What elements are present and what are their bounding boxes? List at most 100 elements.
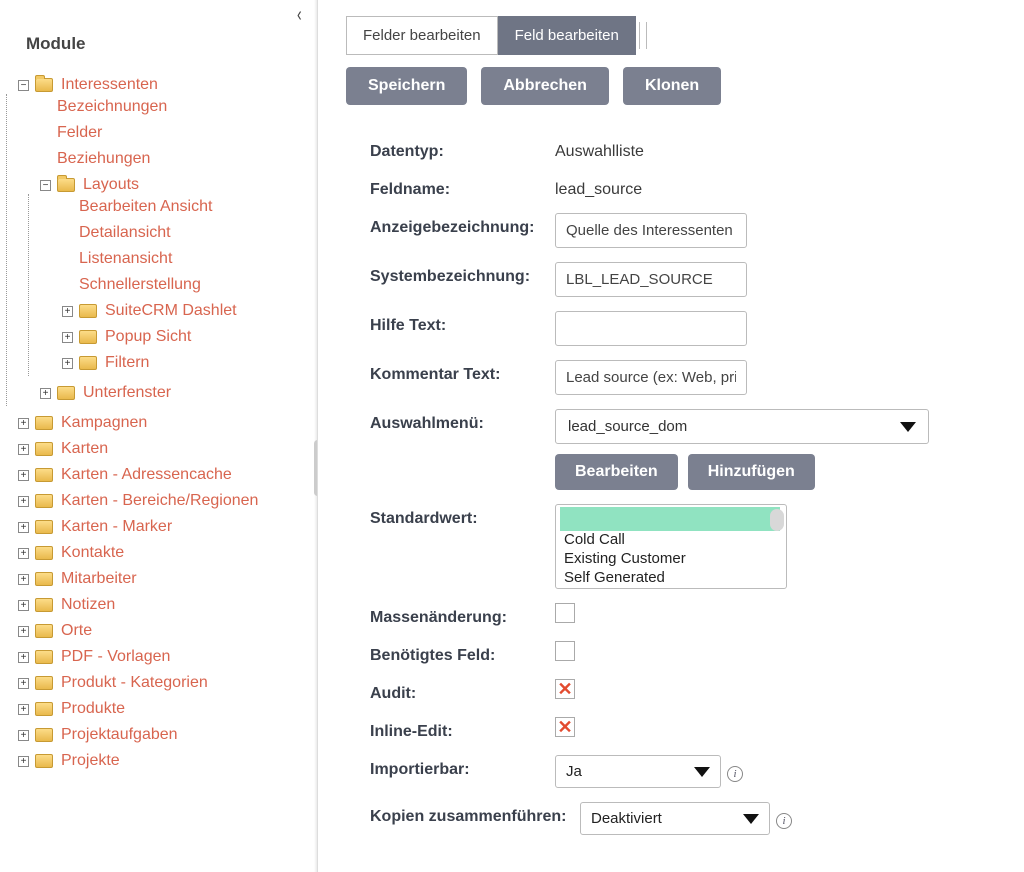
expand-icon[interactable]: +: [62, 306, 73, 317]
folder-icon: [35, 572, 53, 586]
label-hilfe-text: Hilfe Text:: [370, 311, 555, 335]
folder-icon: [35, 416, 53, 430]
tree-item-unterfenster[interactable]: +Unterfenster: [40, 384, 307, 402]
folder-icon: [79, 330, 97, 344]
input-anzeigebezeichnung[interactable]: [555, 213, 747, 248]
expand-icon[interactable]: +: [18, 652, 29, 663]
tree-item-karten-adressencache[interactable]: +Karten - Adressencache: [18, 466, 307, 484]
tree-item-pdf-vorlagen[interactable]: +PDF - Vorlagen: [18, 648, 307, 666]
tree-item-listenansicht[interactable]: Listenansicht: [62, 250, 307, 268]
input-kommentar-text[interactable]: [555, 360, 747, 395]
input-hilfe-text[interactable]: [555, 311, 747, 346]
tree-item-suitecrm-dashlet[interactable]: +SuiteCRM Dashlet: [62, 302, 307, 320]
expand-icon[interactable]: +: [18, 730, 29, 741]
checkbox-benoetigtes-feld[interactable]: [555, 641, 575, 661]
sidebar-header: Module: [24, 8, 307, 72]
expand-icon[interactable]: +: [18, 470, 29, 481]
folder-icon: [35, 546, 53, 560]
expand-icon[interactable]: +: [18, 548, 29, 559]
checkbox-massenaenderung[interactable]: [555, 603, 575, 623]
folder-icon: [35, 650, 53, 664]
list-option[interactable]: Self Generated: [556, 569, 786, 588]
list-option[interactable]: Cold Call: [556, 531, 786, 550]
expand-icon[interactable]: +: [18, 704, 29, 715]
tree-item-mitarbeiter[interactable]: +Mitarbeiter: [18, 570, 307, 588]
cancel-button[interactable]: Abbrechen: [481, 67, 609, 105]
tree-item-popup-sicht[interactable]: +Popup Sicht: [62, 328, 307, 346]
folder-icon: [79, 304, 97, 318]
expand-icon[interactable]: +: [18, 444, 29, 455]
main-panel: Felder bearbeiten Feld bearbeiten Speich…: [318, 0, 1024, 872]
edit-dropdown-button[interactable]: Bearbeiten: [555, 454, 678, 490]
input-systembezeichnung[interactable]: [555, 262, 747, 297]
tree-item-projektaufgaben[interactable]: +Projektaufgaben: [18, 726, 307, 744]
expand-icon[interactable]: +: [18, 626, 29, 637]
select-importierbar[interactable]: Ja: [555, 755, 721, 788]
tree-item-bezeichnungen[interactable]: Bezeichnungen: [40, 98, 307, 116]
divider-shadow: [314, 0, 317, 872]
tree-item-felder[interactable]: Felder: [40, 124, 307, 142]
list-selected-blank[interactable]: [560, 507, 780, 531]
clone-button[interactable]: Klonen: [623, 67, 721, 105]
label-inline-edit: Inline-Edit:: [370, 717, 555, 741]
tree-item-karten-bereiche[interactable]: +Karten - Bereiche/Regionen: [18, 492, 307, 510]
add-dropdown-button[interactable]: Hinzufügen: [688, 454, 815, 490]
collapse-icon[interactable]: −: [18, 80, 29, 91]
folder-icon: [35, 676, 53, 690]
folder-icon: [35, 468, 53, 482]
label-datentyp: Datentyp:: [370, 137, 555, 161]
expand-icon[interactable]: +: [18, 574, 29, 585]
tree-item-detailansicht[interactable]: Detailansicht: [62, 224, 307, 242]
checkbox-audit-disabled[interactable]: ✕: [555, 679, 575, 699]
select-auswahlmenu[interactable]: lead_source_dom: [555, 409, 929, 444]
expand-icon[interactable]: +: [18, 756, 29, 767]
label-auswahlmenu: Auswahlmenü:: [370, 409, 555, 433]
chevron-down-icon: [900, 422, 916, 432]
expand-icon[interactable]: +: [18, 418, 29, 429]
folder-icon: [35, 442, 53, 456]
tree-item-layouts[interactable]: − Layouts: [40, 176, 307, 194]
save-button[interactable]: Speichern: [346, 67, 467, 105]
tree-item-schnellerstellung[interactable]: Schnellerstellung: [62, 276, 307, 294]
tree-item-karten[interactable]: +Karten: [18, 440, 307, 458]
expand-icon[interactable]: +: [62, 332, 73, 343]
action-row: Speichern Abbrechen Klonen: [346, 67, 1006, 105]
expand-icon[interactable]: +: [18, 678, 29, 689]
tree-item-produkte[interactable]: +Produkte: [18, 700, 307, 718]
expand-icon[interactable]: +: [18, 522, 29, 533]
select-kopien[interactable]: Deaktiviert: [580, 802, 770, 835]
tree-item-filtern[interactable]: +Filtern: [62, 354, 307, 372]
select-auswahlmenu-value: lead_source_dom: [568, 418, 687, 435]
tree-item-kampagnen[interactable]: +Kampagnen: [18, 414, 307, 432]
tree-item-produkt-kategorien[interactable]: +Produkt - Kategorien: [18, 674, 307, 692]
chevron-down-icon: [694, 767, 710, 777]
tree-item-kontakte[interactable]: +Kontakte: [18, 544, 307, 562]
folder-icon: [57, 386, 75, 400]
tree-item-notizen[interactable]: +Notizen: [18, 596, 307, 614]
collapse-icon[interactable]: −: [40, 180, 51, 191]
info-icon[interactable]: i: [727, 766, 743, 782]
sidebar: ‹ Module − Interessenten Bezeichnungen F…: [0, 0, 318, 872]
tree-item-orte[interactable]: +Orte: [18, 622, 307, 640]
tree-item-projekte[interactable]: +Projekte: [18, 752, 307, 770]
checkbox-inline-edit-disabled[interactable]: ✕: [555, 717, 575, 737]
label-audit: Audit:: [370, 679, 555, 703]
scrollbar-thumb[interactable]: [770, 509, 784, 531]
list-option[interactable]: Existing Customer: [556, 550, 786, 569]
tree-item-interessenten[interactable]: − Interessenten: [18, 76, 307, 94]
list-standardwert[interactable]: Cold Call Existing Customer Self Generat…: [555, 504, 787, 589]
expand-icon[interactable]: +: [40, 388, 51, 399]
tab-felder-bearbeiten[interactable]: Felder bearbeiten: [346, 16, 498, 55]
tree-item-bearbeiten-ansicht[interactable]: Bearbeiten Ansicht: [62, 198, 307, 216]
folder-icon: [35, 702, 53, 716]
info-icon[interactable]: i: [776, 813, 792, 829]
sidebar-collapse-icon[interactable]: ‹: [297, 4, 302, 27]
expand-icon[interactable]: +: [62, 358, 73, 369]
tree-item-beziehungen[interactable]: Beziehungen: [40, 150, 307, 168]
expand-icon[interactable]: +: [18, 496, 29, 507]
label-importierbar: Importierbar:: [370, 755, 555, 779]
expand-icon[interactable]: +: [18, 600, 29, 611]
tab-feld-bearbeiten[interactable]: Feld bearbeiten: [498, 16, 636, 55]
tree-item-karten-marker[interactable]: +Karten - Marker: [18, 518, 307, 536]
resize-handle[interactable]: [314, 440, 318, 496]
